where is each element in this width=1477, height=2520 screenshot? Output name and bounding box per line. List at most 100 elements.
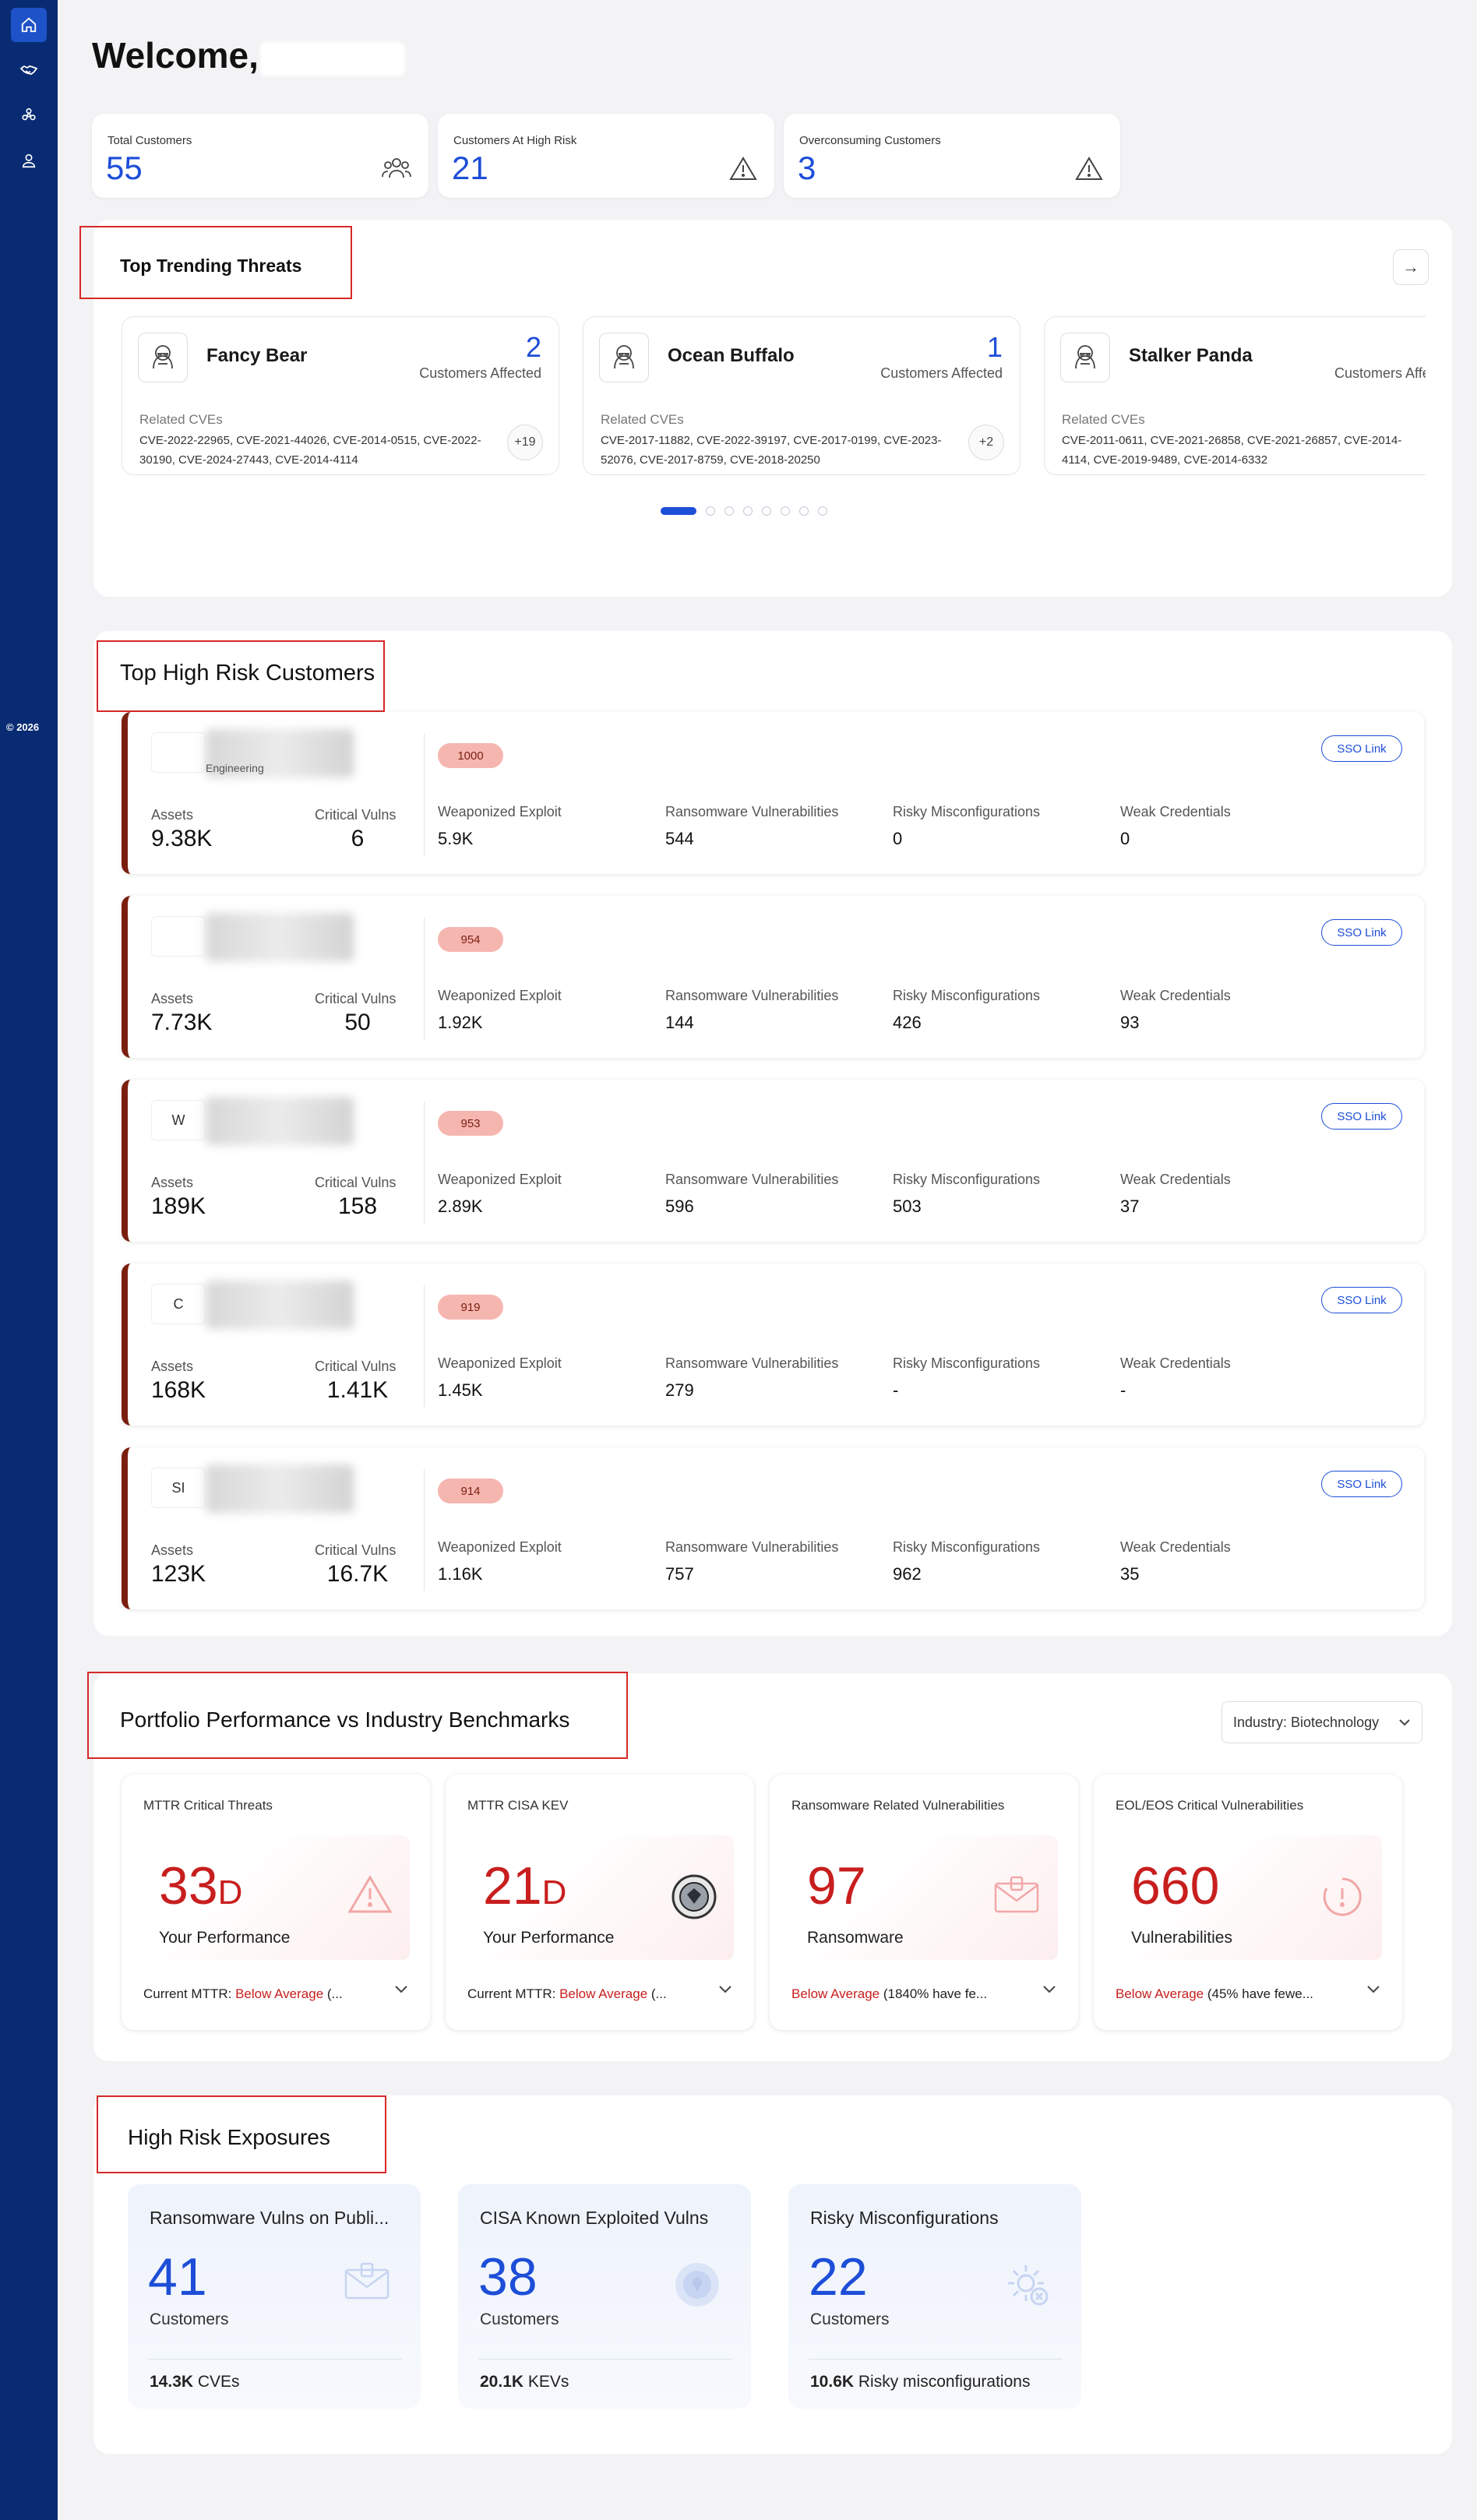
critical-vulns-value: 1.41K [326, 1377, 389, 1403]
carousel-dot[interactable] [661, 507, 696, 515]
stat-label: Customers At High Risk [453, 134, 577, 147]
customer-card[interactable]: SI Assets 123K Critical Vulns 16.7K 914 SSO Li… [122, 1447, 1424, 1609]
related-cves-list: CVE-2011-0611, CVE-2021-26858, CVE-2021-… [1062, 434, 1402, 467]
stat-label: Overconsuming Customers [799, 134, 941, 147]
related-cves-list: CVE-2022-22965, CVE-2021-44026, CVE-2014… [139, 434, 481, 467]
chevron-down-icon [1399, 1719, 1410, 1726]
weaponized-value: 2.89K [438, 1197, 483, 1216]
trending-threats-panel: Top Trending Threats → Fancy Bear 2 Cust… [79, 220, 1452, 597]
ransomware-value: 596 [665, 1197, 694, 1216]
risk-score-badge: 1000 [438, 743, 503, 768]
benchmark-value: 660 [1131, 1856, 1219, 1916]
divider [424, 918, 425, 1039]
next-arrow-button[interactable]: → [1393, 249, 1429, 285]
affected-label: Customers Affe [1334, 365, 1426, 381]
benchmark-sub: Your Performance [483, 1929, 615, 1947]
exposure-count: 14.3K [150, 2373, 194, 2391]
critical-vulns-label: Critical Vulns [315, 991, 397, 1006]
benchmark-number: 660 [1131, 1856, 1220, 1916]
more-cves-button[interactable]: +2 [968, 425, 1004, 460]
redacted-customer-name [206, 1281, 354, 1329]
redacted-customer-name [206, 913, 354, 961]
hacker-icon [1060, 333, 1110, 382]
carousel-dot[interactable] [743, 506, 753, 516]
exposure-card[interactable]: Risky Misconfigurations 22 Customers 10.6K … [788, 2184, 1081, 2409]
stat-value: 3 [798, 150, 816, 186]
sso-link-button[interactable]: SSO Link [1321, 1103, 1402, 1130]
chevron-down-icon[interactable] [394, 1985, 408, 1994]
benchmark-card[interactable]: MTTR CISA KEV 21D Your Performance Current … [446, 1775, 754, 2030]
divider [809, 2359, 1063, 2360]
benchmark-body: 21D Your Performance [466, 1835, 734, 1960]
sidebar-item-users[interactable] [11, 143, 47, 178]
carousel-dot[interactable] [781, 506, 790, 516]
footer-detail: (... [647, 1986, 667, 2001]
benchmark-card[interactable]: Ransomware Related Vulnerabilities 97 Rans… [770, 1775, 1078, 2030]
carousel-dot[interactable] [762, 506, 771, 516]
benchmark-number: 21 [483, 1856, 542, 1916]
exposure-card[interactable]: Ransomware Vulns on Publi... 41 Customers 1… [128, 2184, 421, 2409]
sidebar-item-threats[interactable] [11, 98, 47, 132]
copyright: © 2026 [6, 721, 40, 733]
benchmark-card[interactable]: EOL/EOS Critical Vulnerabilities 660 Vulne… [1094, 1775, 1402, 2030]
sso-link-button[interactable]: SSO Link [1321, 919, 1402, 946]
carousel-dot[interactable] [724, 506, 734, 516]
status-text: Below Average [791, 1986, 880, 2001]
stat-value: 21 [452, 150, 488, 186]
critical-vulns-label: Critical Vulns [315, 1175, 397, 1190]
weak-credentials-value: 0 [1120, 829, 1130, 848]
assets-value: 168K [151, 1377, 206, 1403]
chevron-down-icon[interactable] [1366, 1985, 1380, 1994]
ransomware-label: Ransomware Vulnerabilities [665, 1172, 839, 1187]
benchmark-sub: Ransomware [807, 1929, 904, 1947]
misconfig-label: Risky Misconfigurations [893, 804, 1041, 819]
sidebar-item-home[interactable] [11, 8, 47, 42]
sso-link-button[interactable]: SSO Link [1321, 735, 1402, 762]
chevron-down-icon[interactable] [1042, 1985, 1056, 1994]
threat-card[interactable]: Fancy Bear 2 Customers Affected Related … [122, 316, 559, 475]
stat-label: Total Customers [108, 134, 192, 147]
misconfig-label: Risky Misconfigurations [893, 988, 1041, 1003]
customer-card[interactable]: Engineering Assets 9.38K Critical Vulns 6 100… [122, 712, 1424, 874]
weak-credentials-value: - [1120, 1380, 1126, 1400]
chevron-down-icon[interactable] [718, 1985, 732, 1994]
customer-card[interactable]: W Assets 189K Critical Vulns 158 953 SSO Link W… [122, 1080, 1424, 1242]
exposure-card[interactable]: CISA Known Exploited Vulns 38 Customers 20.… [458, 2184, 751, 2409]
exposure-title: Risky Misconfigurations [810, 2208, 999, 2228]
benchmark-body: 97 Ransomware [790, 1835, 1058, 1960]
customer-card[interactable]: Assets 7.73K Critical Vulns 50 954 SSO Link We… [122, 896, 1424, 1058]
carousel-dot[interactable] [706, 506, 715, 516]
divider [424, 734, 425, 855]
threat-carousel: Fancy Bear 2 Customers Affected Related … [122, 316, 1426, 477]
customer-card[interactable]: C Assets 168K Critical Vulns 1.41K 919 SSO Lin… [122, 1264, 1424, 1426]
exposure-title: Ransomware Vulns on Publi... [150, 2208, 390, 2228]
customer-logo: SI [151, 1468, 206, 1508]
welcome-heading: Welcome, [92, 35, 259, 76]
exposure-count: 10.6K [810, 2373, 855, 2391]
sso-link-button[interactable]: SSO Link [1321, 1471, 1402, 1497]
weak-credentials-label: Weak Credentials [1120, 1539, 1231, 1555]
assets-value: 9.38K [151, 826, 213, 851]
critical-vulns-label: Critical Vulns [315, 807, 397, 823]
misconfig-value: 962 [893, 1564, 922, 1584]
weaponized-label: Weaponized Exploit [438, 1539, 562, 1555]
industry-dropdown[interactable]: Industry: Biotechnology [1221, 1701, 1422, 1743]
affected-label: Customers Affected [880, 365, 1003, 381]
threat-card[interactable]: Stalker Panda Customers Affe Related CVE… [1044, 316, 1426, 475]
benchmark-number: 97 [807, 1856, 866, 1916]
misconfig-value: - [893, 1380, 899, 1400]
benchmark-title: MTTR Critical Threats [143, 1798, 273, 1813]
weaponized-value: 1.16K [438, 1564, 483, 1584]
risk-score-badge: 914 [438, 1479, 503, 1503]
customer-logo [151, 732, 206, 773]
benchmark-card[interactable]: MTTR Critical Threats 33D Your Performance… [122, 1775, 430, 2030]
carousel-dot[interactable] [799, 506, 809, 516]
more-cves-button[interactable]: +19 [507, 425, 543, 460]
assets-label: Assets [151, 991, 194, 1006]
exposure-footer: 20.1K KEVs [480, 2373, 569, 2391]
threat-card[interactable]: Ocean Buffalo 1 Customers Affected Relat… [583, 316, 1021, 475]
sso-link-button[interactable]: SSO Link [1321, 1287, 1402, 1313]
critical-vulns-value: 50 [344, 1010, 371, 1035]
sidebar-item-partners[interactable] [11, 53, 47, 87]
carousel-dot[interactable] [818, 506, 827, 516]
